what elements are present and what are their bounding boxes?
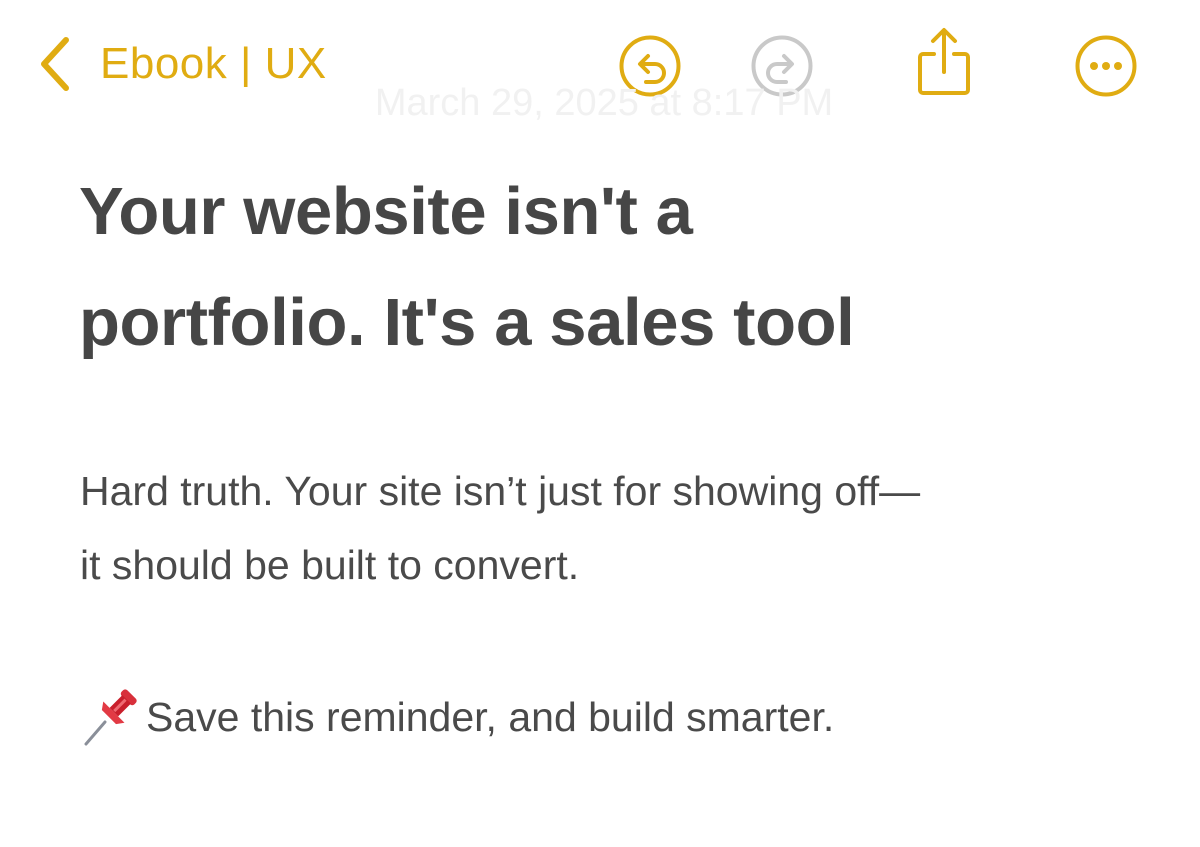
note-date: March 29, 2025 at 8:17 PM (374, 82, 834, 124)
note-body[interactable]: Hard truth. Your site isn’t just for sho… (80, 454, 1160, 602)
reminder-line[interactable]: Save this reminder, and build smarter. (78, 680, 834, 754)
note-title-line-2: portfolio. It's a sales tool (79, 285, 855, 360)
note-title[interactable]: Your website isn't a portfolio. It's a s… (79, 156, 1139, 378)
note-body-line-1: Hard truth. Your site isn’t just for sho… (80, 468, 921, 514)
share-icon (918, 28, 970, 95)
more-icon (1075, 35, 1137, 97)
chevron-left-icon (41, 37, 69, 91)
note-body-line-2: it should be built to convert. (80, 542, 580, 588)
note-title-line-1: Your website isn't a (79, 174, 693, 249)
pushpin-icon (84, 689, 137, 746)
share-button[interactable] (914, 26, 974, 98)
reminder-text: Save this reminder, and build smarter. (146, 694, 835, 740)
back-label: Ebook | UX (100, 39, 327, 88)
more-button[interactable] (1074, 34, 1138, 98)
back-button[interactable]: Ebook | UX (36, 34, 327, 94)
